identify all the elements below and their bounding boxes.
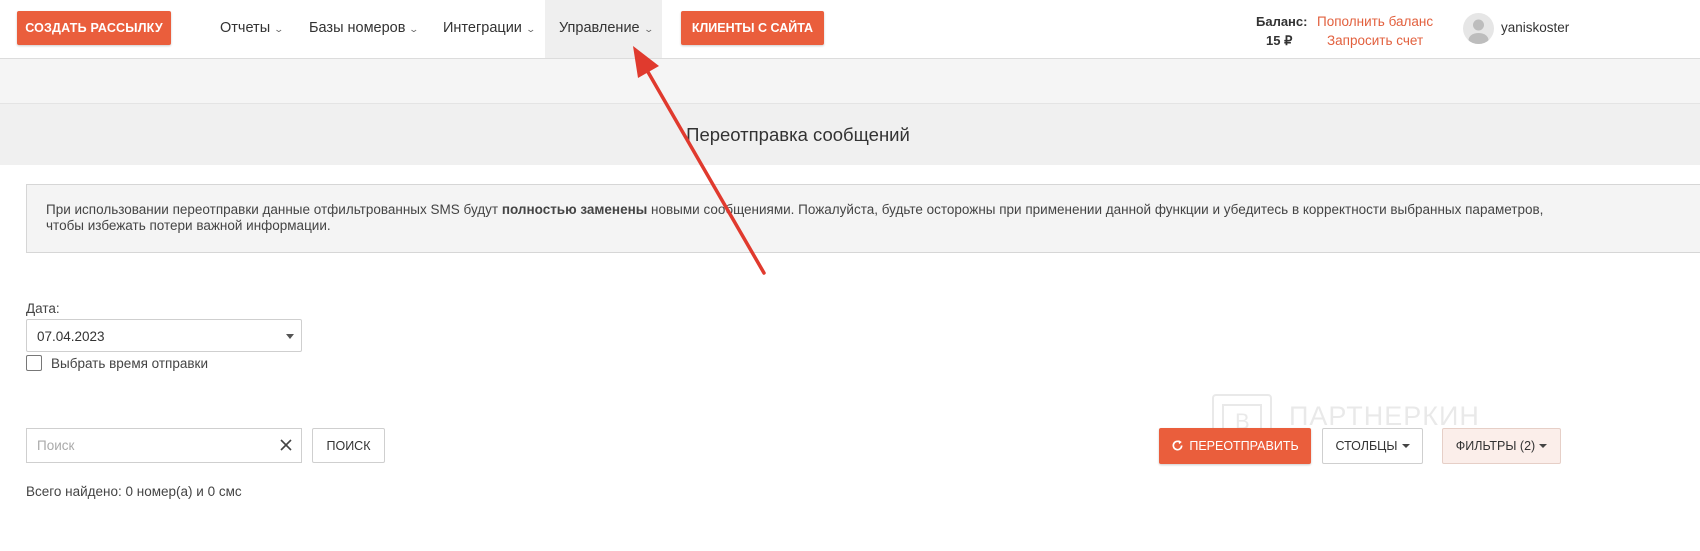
columns-button-label: СТОЛБЦЫ — [1335, 439, 1398, 453]
subheader-band — [0, 59, 1700, 104]
warning-alert: При использовании переотправки данные от… — [26, 184, 1700, 253]
columns-button[interactable]: СТОЛБЦЫ — [1322, 428, 1423, 464]
nav-menu-label: Отчеты — [220, 20, 271, 36]
chevron-down-icon: ⌄ — [525, 24, 536, 34]
refresh-icon — [1172, 440, 1183, 451]
alert-text: При использовании переотправки данные от… — [46, 202, 1546, 234]
site-clients-button[interactable]: КЛИЕНТЫ С САЙТА — [681, 11, 824, 45]
resend-button[interactable]: ПЕРЕОТПРАВИТЬ — [1159, 428, 1311, 464]
date-value: 07.04.2023 — [37, 329, 105, 344]
request-invoice-link[interactable]: Запросить счет — [1327, 33, 1423, 48]
filters-button-label: ФИЛЬТРЫ (2) — [1455, 439, 1536, 453]
chevron-down-icon: ⌄ — [643, 24, 654, 34]
nav-menu-reports[interactable]: Отчеты ⌄ — [206, 0, 297, 58]
filters-button[interactable]: ФИЛЬТРЫ (2) — [1442, 428, 1561, 464]
search-button[interactable]: ПОИСК — [312, 428, 385, 463]
alert-text-part: При использовании переотправки данные от… — [46, 202, 502, 217]
top-up-balance-link[interactable]: Пополнить баланс — [1317, 14, 1433, 29]
close-icon[interactable] — [279, 438, 293, 452]
date-select[interactable]: 07.04.2023 — [26, 319, 302, 352]
search-box — [26, 428, 302, 463]
nav-menu-label: Базы номеров — [309, 20, 406, 36]
nav-menu-management[interactable]: Управление ⌄ — [545, 0, 662, 58]
caret-down-icon — [286, 334, 294, 339]
caret-down-icon — [1539, 444, 1548, 448]
nav-menu-integrations[interactable]: Интеграции ⌄ — [429, 0, 548, 58]
top-navbar: СОЗДАТЬ РАССЫЛКУ Отчеты ⌄ Базы номеров ⌄ И… — [0, 0, 1700, 59]
total-found-text: Всего найдено: 0 номер(а) и 0 смс — [26, 484, 242, 499]
username[interactable]: yaniskoster — [1501, 20, 1569, 35]
resend-button-label: ПЕРЕОТПРАВИТЬ — [1189, 439, 1299, 453]
balance-value: 15 ₽ — [1266, 33, 1293, 48]
page-title: Переотправка сообщений — [686, 124, 910, 145]
nav-menu-label: Управление — [559, 20, 640, 36]
caret-down-icon — [1401, 444, 1410, 448]
date-label: Дата: — [26, 301, 60, 316]
chevron-down-icon: ⌄ — [273, 24, 285, 34]
nav-menu-number-bases[interactable]: Базы номеров ⌄ — [295, 0, 432, 58]
choose-send-time-checkbox[interactable] — [26, 355, 42, 371]
search-input[interactable] — [27, 429, 287, 462]
user-avatar-icon[interactable] — [1463, 13, 1494, 44]
chevron-down-icon: ⌄ — [408, 24, 420, 34]
alert-text-bold: полностью заменены — [501, 202, 648, 217]
balance-label: Баланс: — [1256, 14, 1308, 29]
create-mailing-button[interactable]: СОЗДАТЬ РАССЫЛКУ — [17, 11, 171, 45]
choose-send-time-label[interactable]: Выбрать время отправки — [51, 356, 208, 371]
nav-menu-label: Интеграции — [443, 20, 522, 36]
